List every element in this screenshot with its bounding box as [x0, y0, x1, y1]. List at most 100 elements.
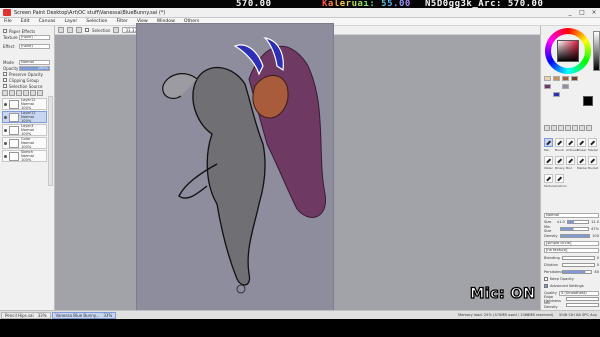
- menu-selection[interactable]: Selection: [86, 19, 107, 24]
- blending-slider[interactable]: [562, 256, 595, 260]
- brush-tool-button[interactable]: [555, 138, 564, 147]
- brush-tool-button[interactable]: [555, 156, 564, 165]
- rotate-tool-icon[interactable]: [579, 125, 585, 131]
- dilution-label: Dilution: [544, 263, 558, 267]
- merge-down-icon[interactable]: [23, 90, 29, 96]
- brush-tool-button[interactable]: [588, 138, 597, 147]
- show-selection-icon[interactable]: [76, 27, 82, 33]
- density-slider[interactable]: [560, 234, 591, 238]
- brush-tool-button[interactable]: [577, 156, 586, 165]
- min-density-slider[interactable]: [566, 303, 599, 307]
- color-swatch[interactable]: [562, 76, 569, 81]
- new-layer-icon[interactable]: [2, 90, 8, 96]
- value-strip[interactable]: [593, 31, 600, 71]
- brush-texture-select[interactable]: [no texture]: [544, 247, 599, 253]
- visibility-eye-icon[interactable]: [4, 128, 7, 132]
- size-multiplier-select[interactable]: x1.0: [557, 220, 565, 224]
- deselect-icon[interactable]: [58, 27, 64, 33]
- min-size-slider[interactable]: [560, 227, 589, 231]
- layer-item[interactable]: Layer11 Normal 100%: [2, 111, 47, 123]
- menu-canvas[interactable]: Canvas: [39, 19, 56, 24]
- document-tab-name: Vanessa Blue Bunny...: [55, 312, 100, 318]
- layer-item[interactable]: Sketch Normal 100%: [2, 150, 47, 162]
- hand-tool-icon[interactable]: [586, 125, 592, 131]
- canvas-area[interactable]: [55, 23, 540, 318]
- brush-tool-button[interactable]: [566, 156, 575, 165]
- persistence-value: 80: [594, 270, 599, 274]
- visibility-eye-icon[interactable]: [4, 141, 7, 145]
- clear-layer-icon[interactable]: [30, 90, 36, 96]
- effect-select[interactable]: (none): [19, 43, 50, 49]
- brush-tool-button[interactable]: [544, 138, 553, 147]
- paper-effects-label: Paper Effects: [9, 28, 36, 34]
- selection-tool-row: [544, 125, 592, 131]
- minimize-button[interactable]: _: [564, 9, 576, 17]
- opacity-slider[interactable]: 100%: [19, 65, 50, 71]
- preserve-opacity-checkbox[interactable]: [3, 72, 7, 76]
- size-slider[interactable]: [566, 220, 589, 224]
- color-swatch[interactable]: [553, 92, 560, 97]
- visibility-eye-icon[interactable]: [4, 102, 7, 106]
- zoom-out-icon[interactable]: [113, 27, 120, 33]
- color-swatch[interactable]: [571, 76, 578, 81]
- invert-selection-icon[interactable]: [67, 27, 73, 33]
- selection-checkbox[interactable]: [85, 28, 89, 32]
- visibility-eye-icon[interactable]: [4, 115, 7, 119]
- selection-source-checkbox[interactable]: [3, 84, 7, 88]
- brush-icon: [557, 140, 562, 145]
- new-folder-icon[interactable]: [16, 90, 22, 96]
- edge-hardness-slider[interactable]: [566, 297, 599, 301]
- texture-select[interactable]: (none): [19, 34, 50, 40]
- color-swatch[interactable]: [562, 84, 569, 89]
- advanced-settings-toggle[interactable]: [544, 284, 548, 288]
- menu-file[interactable]: File: [4, 19, 12, 24]
- brush-tool-label: Pen: [544, 148, 550, 152]
- menu-filter[interactable]: Filter: [116, 19, 127, 24]
- document-tab-active[interactable]: Vanessa Blue Bunny... 33%: [51, 311, 117, 319]
- blending-row: Blending 0: [544, 255, 599, 261]
- brush-shape-select[interactable]: [simple circle]: [544, 240, 599, 246]
- new-linework-layer-icon[interactable]: [9, 90, 15, 96]
- brush-tool-button[interactable]: [566, 138, 575, 147]
- move-tool-icon[interactable]: [565, 125, 571, 131]
- paper-effects-toggle[interactable]: [3, 29, 7, 33]
- texture-select-row: [no texture]: [544, 247, 599, 253]
- menu-layer[interactable]: Layer: [64, 19, 77, 24]
- saturation-square[interactable]: [557, 40, 579, 62]
- persistence-slider[interactable]: [562, 270, 593, 274]
- blend-mode-select[interactable]: Normal: [19, 59, 50, 65]
- select-tool-icon[interactable]: [544, 125, 550, 131]
- menu-edit[interactable]: Edit: [21, 19, 30, 24]
- primary-color-swatch[interactable]: [583, 96, 593, 106]
- layer-item[interactable]: Layer12 Normal 100%: [2, 98, 47, 110]
- document-tab[interactable]: Pencil Hips.sai 33%: [1, 311, 51, 319]
- color-wheel[interactable]: [545, 28, 591, 74]
- quality-select[interactable]: 4 (Smoothest): [559, 290, 599, 296]
- close-button[interactable]: ×: [588, 9, 600, 17]
- color-swatch[interactable]: [544, 84, 551, 89]
- maximize-button[interactable]: □: [576, 9, 588, 17]
- delete-layer-icon[interactable]: [37, 90, 43, 96]
- brush-mode-select[interactable]: Normal: [544, 212, 599, 218]
- magic-wand-tool-icon[interactable]: [558, 125, 564, 131]
- color-swatch[interactable]: [553, 76, 560, 81]
- brush-tool-button[interactable]: [555, 174, 564, 183]
- zoom-tool-icon[interactable]: [572, 125, 578, 131]
- keep-opacity-checkbox[interactable]: [544, 277, 548, 281]
- drawing-canvas[interactable]: [136, 23, 334, 318]
- layer-scrollbar[interactable]: [48, 96, 53, 186]
- dilution-slider[interactable]: [562, 263, 595, 267]
- brush-icon: [568, 158, 573, 163]
- layer-item[interactable]: Layer3 Normal 100%: [2, 124, 47, 136]
- brush-tool-button[interactable]: [577, 138, 586, 147]
- color-swatch[interactable]: [544, 76, 551, 81]
- layer-item[interactable]: Color Normal 100%: [2, 137, 47, 149]
- clipping-group-label: Clipping Group: [9, 77, 39, 83]
- brush-tool-button[interactable]: [588, 156, 597, 165]
- visibility-eye-icon[interactable]: [4, 154, 7, 158]
- min-density-row: Min Density: [544, 301, 599, 309]
- lasso-tool-icon[interactable]: [551, 125, 557, 131]
- clipping-group-checkbox[interactable]: [3, 78, 7, 82]
- brush-tool-button[interactable]: [544, 156, 553, 165]
- brush-tool-button[interactable]: [544, 174, 553, 183]
